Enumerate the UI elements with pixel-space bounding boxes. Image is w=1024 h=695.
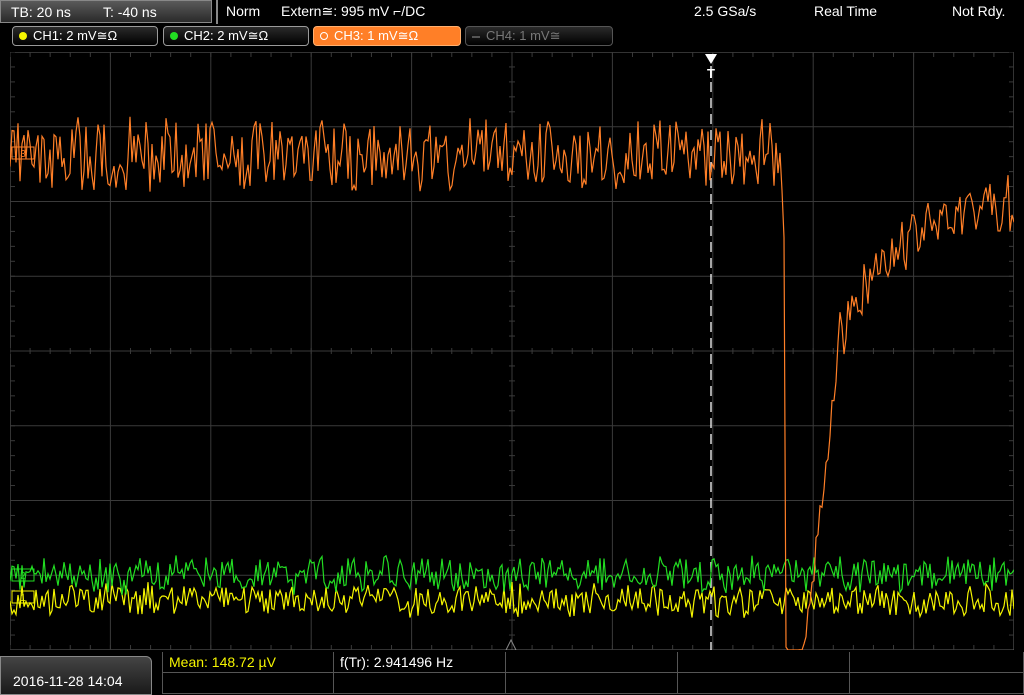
timebase-box[interactable]: TB: 20 ns T: -40 ns (0, 0, 212, 23)
datetime-box: 2016-11-28 14:04 (0, 656, 152, 695)
svg-text:3: 3 (20, 149, 26, 160)
trigger-source[interactable]: Extern≅: 995 mV ⌐/DC (281, 0, 425, 22)
divider (216, 0, 218, 24)
tab-ch1-label: CH1: 2 mV≅Ω (33, 28, 118, 43)
mean-value: Mean: 148.72 µV (169, 654, 276, 670)
ch4-dash-icon (472, 36, 480, 38)
waveform-display[interactable]: T 3 2 1 (9, 51, 1015, 651)
measurement-panel: Mean: 148.72 µV f(Tr): 2.941496 Hz (162, 652, 1024, 695)
trigger-marker-label: T (707, 66, 715, 81)
measurement-slot-8[interactable] (506, 673, 678, 694)
measurement-slot-5[interactable] (850, 652, 1024, 673)
status-bar: TB: 20 ns T: -40 ns Norm Extern≅: 995 mV… (0, 0, 1024, 24)
svg-text:1: 1 (20, 593, 26, 604)
measurement-slot-6[interactable] (162, 673, 334, 694)
channel-tabs: CH1: 2 mV≅Ω CH2: 2 mV≅Ω CH3: 1 mV≅Ω CH4:… (0, 26, 1024, 48)
ch1-dot-icon (19, 32, 27, 40)
tab-ch3[interactable]: CH3: 1 mV≅Ω (313, 26, 461, 46)
tab-ch2[interactable]: CH2: 2 mV≅Ω (163, 26, 309, 46)
acquisition-mode[interactable]: Real Time (814, 0, 877, 22)
tab-ch4-label: CH4: 1 mV≅ (486, 28, 561, 43)
measurement-slot-9[interactable] (678, 673, 850, 694)
run-status: Not Rdy. (952, 3, 1006, 19)
freq-value: f(Tr): 2.941496 Hz (340, 654, 454, 670)
measurement-slot-10[interactable] (850, 673, 1024, 694)
waveform-svg: T 3 2 1 (9, 51, 1015, 651)
tab-ch4[interactable]: CH4: 1 mV≅ (465, 26, 613, 46)
sample-rate[interactable]: 2.5 GSa/s (694, 0, 756, 22)
tab-ch2-label: CH2: 2 mV≅Ω (184, 28, 269, 43)
trigger-offset-label: T: -40 ns (103, 4, 157, 20)
datetime-label: 2016-11-28 14:04 (13, 673, 123, 689)
measurement-slot-3[interactable] (506, 652, 678, 673)
mean-cell[interactable]: Mean: 148.72 µV (162, 652, 334, 673)
trigger-mode[interactable]: Norm (226, 0, 260, 22)
svg-text:2: 2 (20, 571, 26, 582)
ch3-dot-icon (320, 32, 328, 40)
measurement-slot-4[interactable] (678, 652, 850, 673)
ch2-dot-icon (170, 32, 178, 40)
freq-cell[interactable]: f(Tr): 2.941496 Hz (334, 652, 506, 673)
tab-ch3-label: CH3: 1 mV≅Ω (334, 28, 419, 43)
timebase-label: TB: 20 ns (11, 4, 71, 20)
tab-ch1[interactable]: CH1: 2 mV≅Ω (12, 26, 158, 46)
measurement-slot-7[interactable] (334, 673, 506, 694)
